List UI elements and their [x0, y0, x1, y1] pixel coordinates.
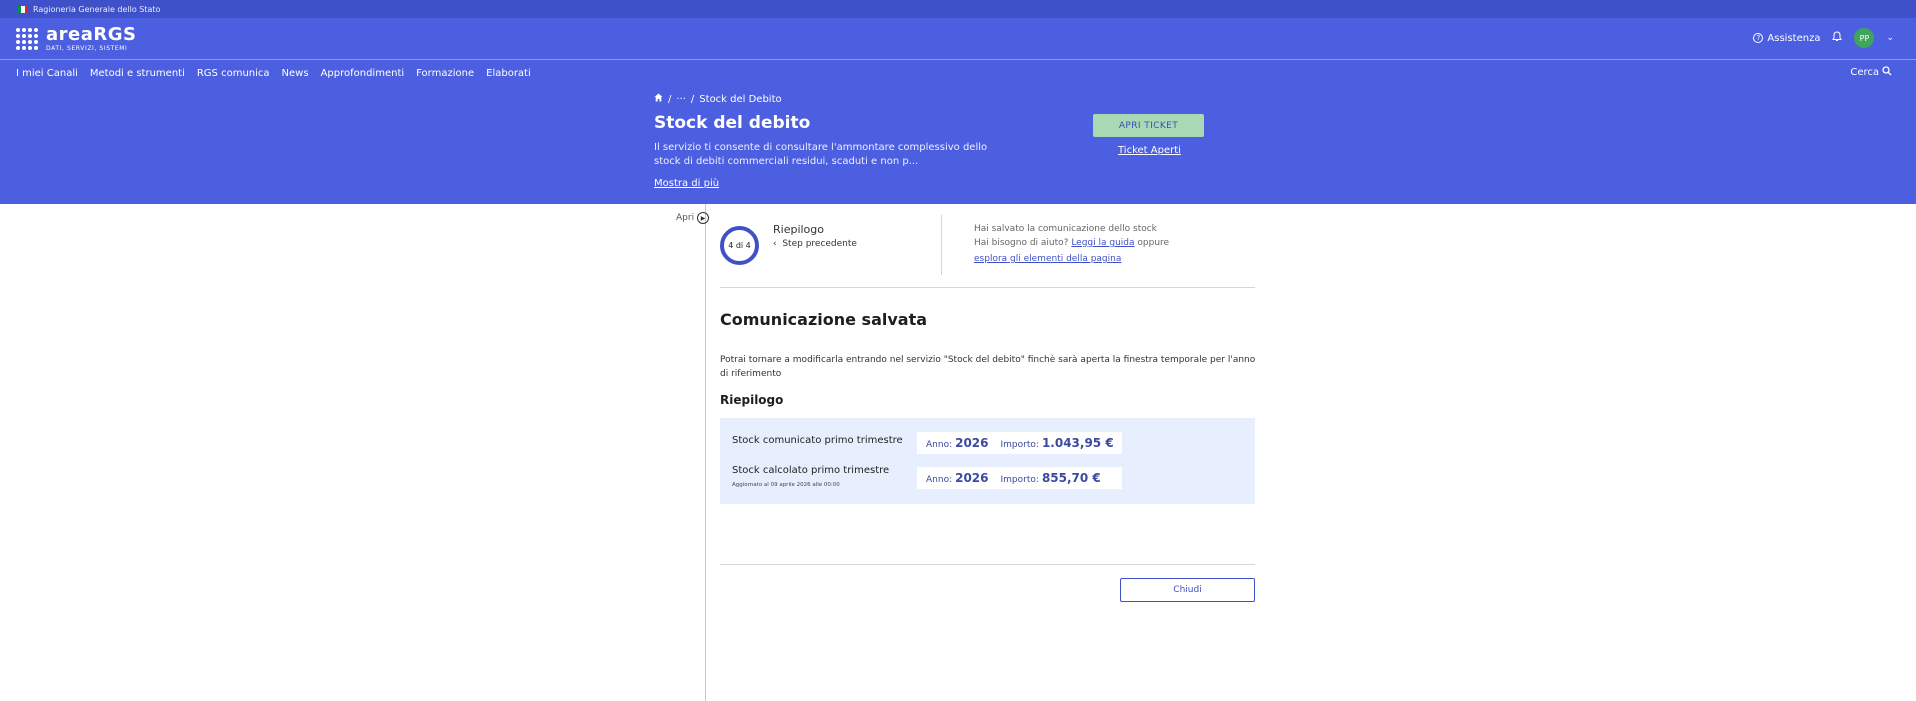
- chevron-down-icon[interactable]: ⌄: [1886, 33, 1894, 43]
- brand-subtitle: DATI, SERVIZI, SISTEMI: [46, 45, 128, 52]
- main-nav: I miei Canali Metodi e strumenti RGS com…: [0, 59, 1916, 85]
- open-ticket-button[interactable]: APRI TICKET: [1093, 114, 1204, 137]
- top-bar-label: Ragioneria Generale dello Stato: [33, 4, 161, 14]
- saved-description: Potrai tornare a modificarla entrando ne…: [720, 355, 1256, 379]
- page-description: Il servizio ti consente di consultare l'…: [654, 142, 988, 167]
- top-bar: Ragioneria Generale dello Stato: [0, 0, 1916, 18]
- guide-link[interactable]: Leggi la guida: [1071, 238, 1134, 248]
- previous-step-link[interactable]: ‹ Step precedente: [773, 239, 857, 249]
- italy-flag-icon: [18, 5, 28, 13]
- help-link[interactable]: ? Assistenza: [1753, 33, 1820, 44]
- header: areaRGS DATI, SERVIZI, SISTEMI ? Assiste…: [0, 18, 1916, 59]
- page-title: Stock del debito: [654, 113, 811, 133]
- nav-item-comunica[interactable]: RGS comunica: [197, 68, 270, 79]
- hero-section: / ··· / Stock del Debito Stock del debit…: [0, 85, 1916, 204]
- show-more-link[interactable]: Mostra di più: [654, 178, 719, 189]
- breadcrumb-ellipsis[interactable]: ···: [676, 94, 686, 105]
- nav-item-elaborati[interactable]: Elaborati: [486, 68, 531, 79]
- help-label: Assistenza: [1767, 32, 1821, 44]
- nav-item-canali[interactable]: I miei Canali: [16, 68, 78, 79]
- apri-label: Apri: [676, 213, 695, 223]
- summary-heading: Riepilogo: [720, 393, 784, 407]
- avatar[interactable]: PP: [1854, 28, 1875, 48]
- home-icon[interactable]: [654, 93, 663, 105]
- row-update-note: Aggiornato al 09 aprile 2026 alle 00:00: [732, 482, 840, 488]
- anno-value: 2026: [955, 436, 989, 450]
- saved-heading: Comunicazione salvata: [720, 310, 928, 329]
- search-icon: [1882, 66, 1892, 79]
- breadcrumb: / ··· / Stock del Debito: [654, 93, 782, 105]
- divider: [720, 287, 1255, 288]
- breadcrumb-current: Stock del Debito: [699, 93, 782, 105]
- brand-name: areaRGS: [46, 24, 137, 45]
- row-label: Stock calcolato primo trimestre: [732, 465, 890, 476]
- bell-icon[interactable]: [1832, 31, 1843, 45]
- info-saved-text: Hai salvato la comunicazione dello stock: [974, 224, 1157, 234]
- step-title: Riepilogo: [773, 223, 825, 236]
- chevron-left-icon: ‹: [773, 239, 777, 249]
- summary-panel: Stock comunicato primo trimestre Anno: 20…: [720, 418, 1255, 504]
- sidebar-open-toggle[interactable]: Apri ▶: [676, 212, 710, 224]
- importo-value: 855,70 €: [1041, 471, 1101, 485]
- importo-value: 1.043,95 €: [1041, 436, 1114, 450]
- nav-item-metodi[interactable]: Metodi e strumenti: [90, 68, 185, 79]
- question-icon: ?: [1753, 33, 1764, 43]
- nav-item-formazione[interactable]: Formazione: [416, 68, 474, 79]
- search-label: Cerca: [1850, 67, 1879, 78]
- dots-grid-icon: [16, 28, 38, 50]
- value-box: Anno: 2026 Importo: 1.043,95 €: [917, 432, 1122, 454]
- divider: [720, 564, 1255, 565]
- sidebar-divider: [705, 204, 706, 701]
- brand-logo[interactable]: areaRGS DATI, SERVIZI, SISTEMI: [16, 26, 136, 52]
- nav-item-news[interactable]: News: [282, 68, 309, 79]
- info-help-text: Hai bisogno di aiuto? Leggi la guida opp…: [974, 238, 1170, 248]
- close-button[interactable]: Chiudi: [1120, 578, 1255, 602]
- open-tickets-link[interactable]: Ticket Aperti: [1118, 145, 1181, 156]
- play-icon: ▶: [697, 212, 710, 224]
- row-label: Stock comunicato primo trimestre: [732, 435, 903, 446]
- search-button[interactable]: Cerca: [1850, 66, 1892, 79]
- explore-elements-link[interactable]: esplora gli elementi della pagina: [974, 254, 1121, 264]
- step-counter: 4 di 4: [720, 226, 759, 265]
- anno-value: 2026: [955, 471, 989, 485]
- value-box: Anno: 2026 Importo: 855,70 €: [917, 467, 1122, 489]
- nav-item-approfondimenti[interactable]: Approfondimenti: [321, 68, 405, 79]
- stepper-divider: [941, 215, 942, 275]
